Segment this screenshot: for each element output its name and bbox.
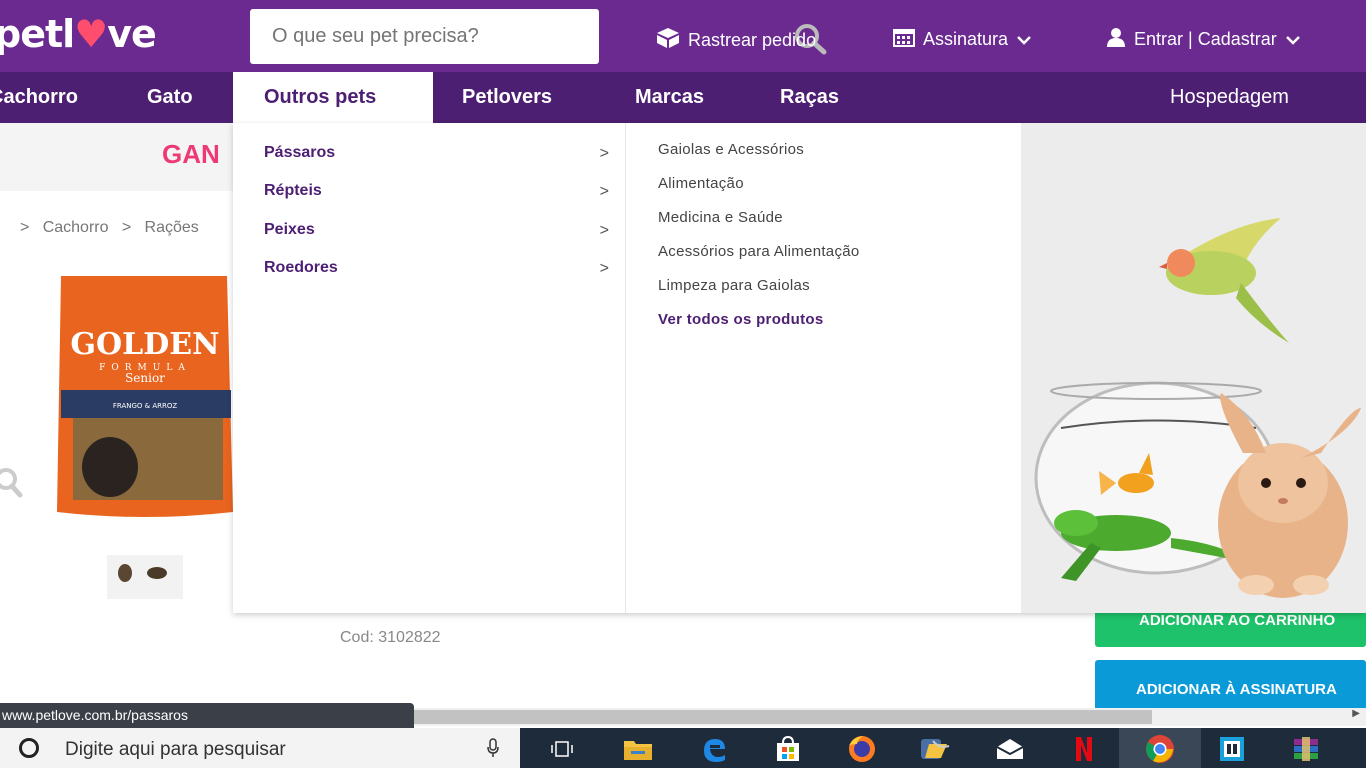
chevron-down-icon [1285,29,1301,50]
cortana-icon[interactable] [19,738,39,758]
app-icon[interactable] [917,733,953,765]
product-code: Cod: 3102822 [340,629,441,646]
taskbar-search[interactable]: Digite aqui para pesquisar [0,728,520,768]
subitem-acessorios-alimentacao[interactable]: Acessórios para Alimentação [658,243,860,260]
category-label: Peixes [264,221,315,238]
add-to-subscription-button[interactable]: ADICIONAR À ASSINATURA [1095,660,1366,710]
nav-item-marcas[interactable]: Marcas [635,72,704,123]
chevron-right-icon: > [599,145,609,162]
login-label: Entrar | Cadastrar [1134,29,1277,49]
status-bar-url: www.petlove.com.br/passaros [0,703,414,728]
nav-item-gato[interactable]: Gato [147,72,193,123]
breadcrumb-separator: > [121,219,132,236]
subitem-alimentacao[interactable]: Alimentação [658,175,744,192]
category-label: Roedores [264,259,338,276]
rabbit-image [1218,393,1361,598]
taskbar-search-placeholder: Digite aqui para pesquisar [65,739,286,760]
chevron-right-icon: > [599,222,609,239]
subscription-menu[interactable]: Assinatura [893,27,1032,52]
bird-image [1159,218,1289,343]
track-order-label: Rastrear pedido [688,30,817,50]
file-explorer-icon[interactable] [620,733,656,765]
edge-browser-icon[interactable] [696,733,732,765]
search-box[interactable] [250,9,827,64]
scroll-right-icon[interactable]: ▶ [1352,708,1360,719]
petlove-logo[interactable]: petl♥ve [0,12,157,56]
login-menu[interactable]: Entrar | Cadastrar [1106,27,1301,52]
pets-illustration [1021,123,1366,613]
outros-pets-dropdown: Pássaros > Répteis > Peixes > Roedores > Gai… [233,123,1366,613]
breadcrumb: > Cachorro > Rações [20,219,199,237]
heart-icon: ♥ [74,12,108,56]
nav-item-racas[interactable]: Raças [780,72,839,123]
horizontal-scrollbar[interactable]: ▶ [414,708,1366,726]
winrar-icon[interactable] [1288,733,1324,765]
store-icon[interactable] [770,733,806,765]
category-repteis[interactable]: Répteis > [264,182,609,206]
nav-item-hospedagem[interactable]: Hospedagem [1170,72,1289,123]
product-thumbnail[interactable] [107,555,183,599]
subitem-gaiolas[interactable]: Gaiolas e Acessórios [658,141,804,158]
promo-text: GAN [162,139,220,169]
category-roedores[interactable]: Roedores > [264,259,609,283]
calendar-icon [893,27,915,52]
scrollbar-thumb[interactable] [414,710,1152,724]
chrome-icon[interactable] [1142,733,1178,765]
nav-item-cachorro[interactable]: Cachorro [0,72,78,123]
chevron-down-icon [1016,29,1032,50]
firefox-icon[interactable] [844,733,880,765]
zoom-icon[interactable] [0,465,26,504]
product-image[interactable]: GOLDEN FORMULA Senior FRANGO & ARROZ [55,272,235,520]
box-icon [656,27,680,54]
breadcrumb-separator: > [20,219,30,236]
chevron-right-icon: > [599,260,609,277]
nav-item-outros-pets[interactable]: Outros pets [233,72,433,123]
subscription-label: Assinatura [923,29,1009,49]
subitem-limpeza[interactable]: Limpeza para Gaiolas [658,277,810,294]
mail-icon[interactable] [992,733,1028,765]
chevron-right-icon: > [599,183,609,200]
category-label: Répteis [264,182,322,199]
category-passaros[interactable]: Pássaros > [264,144,609,168]
search-input[interactable] [272,22,542,50]
netflix-icon[interactable] [1066,733,1102,765]
calculator-app-icon[interactable] [1214,733,1250,765]
user-icon [1106,27,1126,52]
product-brand: GOLDEN [70,327,219,362]
view-all-products-link[interactable]: Ver todos os produtos [658,311,823,328]
product-variant: Senior [125,371,165,385]
breadcrumb-item-racoes[interactable]: Rações [145,219,199,236]
breadcrumb-item-cachorro[interactable]: Cachorro [43,219,109,236]
category-label: Pássaros [264,144,336,161]
microphone-icon[interactable] [486,738,500,763]
subitem-medicina[interactable]: Medicina e Saúde [658,209,783,226]
category-peixes[interactable]: Peixes > [264,221,609,245]
track-order-link[interactable]: Rastrear pedido [656,27,816,54]
product-flavor: FRANGO & ARROZ [113,402,178,410]
nav-item-petlovers[interactable]: Petlovers [462,72,552,123]
task-view-icon[interactable] [544,733,580,765]
